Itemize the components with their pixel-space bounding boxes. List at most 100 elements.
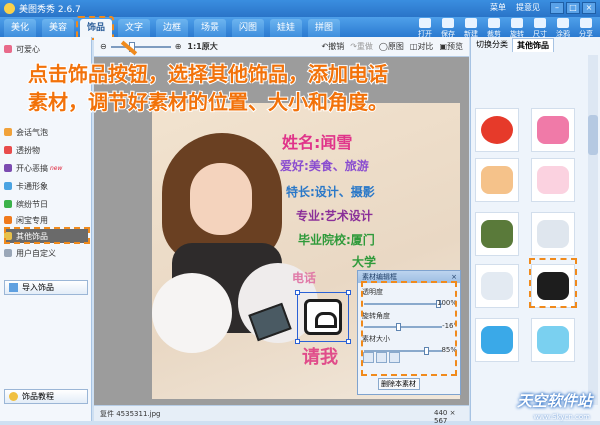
sidebar-highlight-box xyxy=(4,227,90,244)
zoom-slider[interactable] xyxy=(110,41,171,52)
tab-beauty[interactable]: 美容 xyxy=(42,19,74,37)
material-thumbnail[interactable] xyxy=(475,212,519,256)
material-tabs: 切换分类 其他饰品 xyxy=(472,38,598,52)
welcome-sign-icon xyxy=(481,220,513,248)
zoom-in-icon[interactable]: ⊕ xyxy=(175,42,182,51)
instruction-text-line2: 素材，调节好素材的位置、大小和角度。 xyxy=(27,89,389,115)
zoom-out-icon[interactable]: ⊖ xyxy=(100,42,107,51)
tab-beautify[interactable]: 美化 xyxy=(4,19,36,37)
file-name: 复件 4535311.jpg xyxy=(100,410,161,418)
resize-handle[interactable] xyxy=(346,339,351,344)
delete-material-button[interactable]: 删除本素材 xyxy=(378,378,420,390)
resize-handle[interactable] xyxy=(295,339,300,344)
title-bar: 美图秀秀 2.6.7 菜单 提意见 – □ × xyxy=(0,0,600,17)
splash-icon xyxy=(481,326,513,354)
watermark: 天空软件站 xyxy=(516,392,592,410)
menu-link[interactable]: 菜单 xyxy=(490,2,506,13)
layer-down-icon[interactable] xyxy=(389,352,400,363)
festival-icon xyxy=(4,200,12,208)
splash-icon xyxy=(537,326,569,354)
crop-button[interactable]: 裁剪 xyxy=(484,18,504,39)
redo-button[interactable]: ↷重做 xyxy=(350,41,373,52)
resize-handle[interactable] xyxy=(346,290,351,295)
sidebar-item-costume[interactable]: 透扮物 xyxy=(4,143,88,157)
instruction-text-line1: 点击饰品按钮，选择其他饰品，添加电话 xyxy=(27,61,389,87)
sidebar-item-speech-bubble[interactable]: 会话气泡 xyxy=(4,125,88,139)
zoom-original-button[interactable]: 1:1原大 xyxy=(187,41,217,52)
ice-cream-icon xyxy=(481,166,513,194)
save-button[interactable]: 保存 xyxy=(438,18,458,39)
sidebar-item-cute-heart[interactable]: 可爱心 xyxy=(4,42,88,56)
resize-button[interactable]: 尺寸 xyxy=(530,18,550,39)
top-links: 菜单 提意见 xyxy=(490,2,540,13)
material-thumbnail[interactable] xyxy=(531,108,575,152)
original-button[interactable]: ◯原图 xyxy=(379,41,404,52)
undo-button[interactable]: ↶撤销 xyxy=(322,41,345,52)
material-thumbnail[interactable] xyxy=(475,108,519,152)
rotate-icon xyxy=(511,18,523,28)
edit-panel-actions xyxy=(363,352,400,363)
heart-icon xyxy=(4,45,12,53)
tab-switch-category[interactable]: 切换分类 xyxy=(472,38,512,52)
tab-border[interactable]: 边框 xyxy=(156,19,188,37)
window-controls: – □ × xyxy=(550,2,596,14)
app-logo-icon xyxy=(4,3,15,14)
logo-thumb-icon xyxy=(537,220,569,248)
photo-text-major: 专业:艺术设计 xyxy=(296,209,373,223)
maximize-icon[interactable]: □ xyxy=(566,2,580,14)
material-thumbnail[interactable] xyxy=(475,318,519,362)
photo-text-hobby: 爱好:美食、旅游 xyxy=(280,159,369,173)
sidebar-item-cartoon[interactable]: 卡通形象 xyxy=(4,179,88,193)
scrollbar-thumb[interactable] xyxy=(588,115,598,155)
material-thumbnail[interactable] xyxy=(531,212,575,256)
thumbnail-highlight-box xyxy=(529,258,577,308)
sidebar-item-festival[interactable]: 缤纷节日 xyxy=(4,197,88,211)
resize-handle[interactable] xyxy=(295,290,300,295)
material-thumbnail[interactable] xyxy=(475,264,519,308)
rotate-button[interactable]: 旋转 xyxy=(507,18,527,39)
photo-text-phone: 电话 xyxy=(292,271,317,285)
user-icon xyxy=(4,249,12,257)
tab-collage[interactable]: 拼图 xyxy=(308,19,340,37)
material-thumbnail[interactable] xyxy=(475,158,519,202)
doodle-button[interactable]: 涂鸦 xyxy=(553,18,573,39)
sidebar-item-funny[interactable]: 开心恶搞 new xyxy=(4,161,88,175)
share-icon xyxy=(580,18,592,28)
tab-other-accessories[interactable]: 其他饰品 xyxy=(512,38,554,52)
tutorial-button[interactable]: 饰品教程 xyxy=(4,389,88,404)
minimize-icon[interactable]: – xyxy=(550,2,564,14)
photo-dog xyxy=(152,273,232,353)
tab-doll[interactable]: 娃娃 xyxy=(270,19,302,37)
costume-icon xyxy=(4,146,12,154)
tab-scene[interactable]: 场景 xyxy=(194,19,226,37)
import-button[interactable]: 导入饰品 xyxy=(4,280,88,295)
tab-text[interactable]: 文字 xyxy=(118,19,150,37)
layer-up-icon[interactable] xyxy=(376,352,387,363)
material-thumbnail[interactable] xyxy=(531,158,575,202)
save-icon xyxy=(442,18,454,28)
crop-icon xyxy=(488,18,500,28)
share-button[interactable]: 分享 xyxy=(576,18,596,39)
logo-thumb-icon xyxy=(481,272,513,300)
compare-button[interactable]: ◫对比 xyxy=(410,41,434,52)
material-thumbnail[interactable] xyxy=(531,318,575,362)
photo-text-school: 毕业院校:厦门 xyxy=(298,233,375,247)
material-scrollbar[interactable] xyxy=(588,55,598,405)
feedback-link[interactable]: 提意见 xyxy=(516,2,540,13)
sidebar-item-custom[interactable]: 用户自定义 xyxy=(4,246,88,260)
tab-flash[interactable]: 闪图 xyxy=(232,19,264,37)
resize-icon xyxy=(534,18,546,28)
open-button[interactable]: 打开 xyxy=(415,18,435,39)
new-button[interactable]: 新建 xyxy=(461,18,481,39)
selected-sticker[interactable] xyxy=(295,290,351,344)
bunny-ears-icon xyxy=(537,166,569,194)
import-icon xyxy=(9,283,18,292)
photo-face xyxy=(190,163,252,235)
sidebar-item-taobao[interactable]: 闲宝专用 xyxy=(4,213,88,227)
close-icon[interactable]: × xyxy=(582,2,596,14)
cartoon-icon xyxy=(4,182,12,190)
material-grid xyxy=(475,100,585,400)
flip-icon[interactable] xyxy=(363,352,374,363)
preview-button[interactable]: ▣预览 xyxy=(439,41,463,52)
canvas-toolbar: ⊖ ⊕ 1:1原大 ↶撤销 ↷重做 ◯原图 ◫对比 ▣预览 xyxy=(94,37,469,57)
